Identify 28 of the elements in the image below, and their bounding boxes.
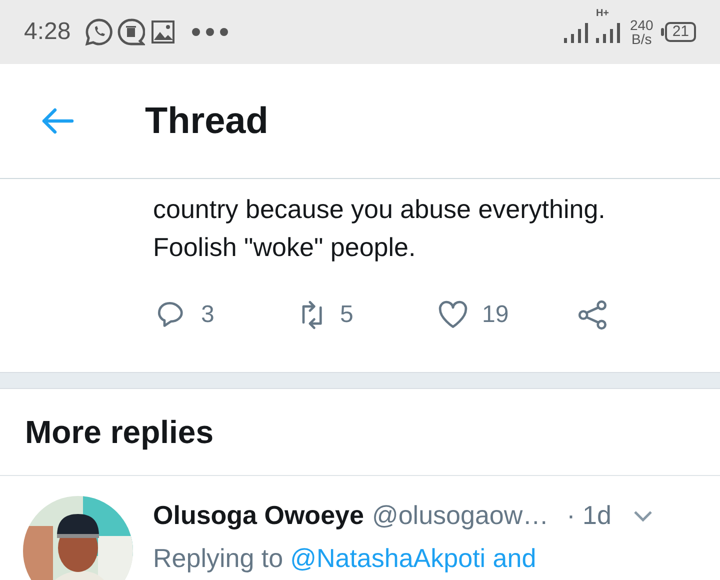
author-handle: @olusogaow… (372, 499, 549, 532)
page-title: Thread (145, 99, 268, 144)
chat-app-icon (84, 18, 113, 46)
status-time: 4:28 (24, 17, 71, 47)
speed-unit: B/s (632, 32, 652, 46)
tweet-text-line: country because you abuse everything. (153, 193, 606, 226)
signal-icon (564, 21, 590, 43)
replying-label: Replying to (153, 542, 284, 575)
heart-button[interactable]: 19 (438, 297, 509, 333)
signal-icon (596, 21, 622, 43)
battery-level: 21 (665, 22, 696, 42)
share-button[interactable] (578, 300, 608, 330)
chevron-down-icon[interactable] (633, 510, 654, 522)
back-icon[interactable] (40, 107, 74, 135)
section-title: More replies (25, 413, 214, 452)
network-type: H+ (596, 9, 610, 19)
author-name[interactable]: Olusoga Owoeye (153, 496, 364, 535)
retweet-button[interactable]: 5 (296, 297, 354, 333)
reply-button[interactable]: 3 (157, 297, 214, 333)
heart-icon (438, 300, 468, 330)
mention-link[interactable]: @NatashaAkpoti and (290, 539, 536, 578)
reply-time: · 1d (566, 499, 612, 532)
network-speed: 240 (630, 18, 654, 32)
share-icon (578, 300, 608, 330)
tweet-text-line: Foolish "woke" people. (153, 231, 417, 264)
more-icon (190, 27, 229, 37)
image-icon (150, 20, 175, 44)
trash-bubble-icon (116, 18, 145, 46)
